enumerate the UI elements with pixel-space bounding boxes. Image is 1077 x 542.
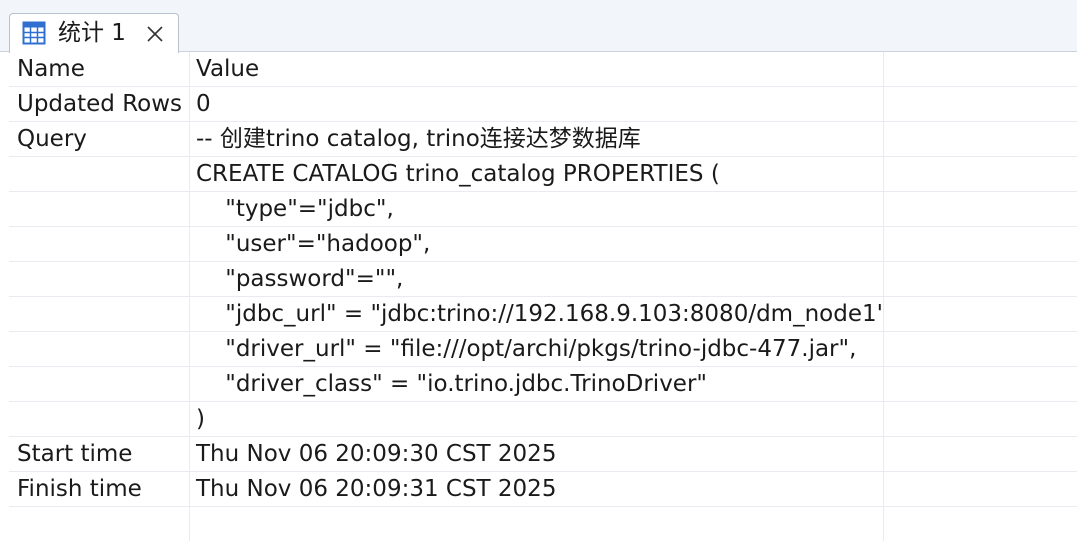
table-row[interactable]: "driver_url" = "file:///opt/archi/pkgs/t… [9, 332, 1077, 367]
table-row[interactable]: Updated Rows 0 [9, 87, 1077, 122]
row-value: "user"="hadoop", [196, 231, 431, 257]
result-grid: Name Value Updated Rows 0 Query -- 创建tri… [9, 52, 1077, 541]
row-name [9, 227, 189, 262]
table-grid-icon [22, 21, 46, 45]
table-row[interactable]: CREATE CATALOG trino_catalog PROPERTIES … [9, 157, 1077, 192]
table-row[interactable]: Query -- 创建trino catalog, trino连接达梦数据库 [9, 122, 1077, 157]
row-value: "driver_class" = "io.trino.jdbc.TrinoDri… [196, 371, 707, 397]
header-row: Name Value [9, 52, 1077, 87]
editor-tab-bar: 统计 1 [0, 0, 1077, 53]
table-row[interactable]: "driver_class" = "io.trino.jdbc.TrinoDri… [9, 367, 1077, 402]
row-value: "type"="jdbc", [196, 196, 394, 222]
row-name: Updated Rows [17, 91, 183, 117]
row-name [9, 332, 189, 367]
table-row[interactable]: "password"="", [9, 262, 1077, 297]
table-row[interactable]: ) [9, 402, 1077, 437]
column-header-value[interactable]: Value [189, 52, 883, 87]
row-name: Start time [17, 441, 133, 467]
row-value: "password"="", [196, 266, 404, 292]
table-row[interactable]: "user"="hadoop", [9, 227, 1077, 262]
row-name [9, 297, 189, 332]
table-row[interactable]: "type"="jdbc", [9, 192, 1077, 227]
row-value: CREATE CATALOG trino_catalog PROPERTIES … [196, 161, 720, 187]
row-value: ) [196, 406, 205, 432]
row-name [9, 262, 189, 297]
empty-row [9, 507, 1077, 542]
close-icon[interactable] [146, 25, 164, 43]
tab-statistics-1[interactable]: 统计 1 [9, 13, 179, 53]
table-row[interactable]: Finish time Thu Nov 06 20:09:31 CST 2025 [9, 472, 1077, 507]
table-row[interactable]: Start time Thu Nov 06 20:09:30 CST 2025 [9, 437, 1077, 472]
row-value: Thu Nov 06 20:09:31 CST 2025 [196, 476, 557, 502]
row-name [9, 402, 189, 437]
row-value: "jdbc_url" = "jdbc:trino://192.168.9.103… [196, 301, 883, 327]
tab-label: 统计 1 [58, 20, 126, 46]
row-name: Finish time [17, 476, 142, 502]
row-value: "driver_url" = "file:///opt/archi/pkgs/t… [196, 336, 857, 362]
row-value: -- 创建trino catalog, trino连接达梦数据库 [196, 126, 641, 152]
row-name [9, 192, 189, 227]
row-name [9, 157, 189, 192]
row-name: Query [17, 126, 87, 152]
row-value: Thu Nov 06 20:09:30 CST 2025 [196, 441, 557, 467]
row-name [9, 367, 189, 402]
row-value: 0 [196, 91, 211, 117]
table-row[interactable]: "jdbc_url" = "jdbc:trino://192.168.9.103… [9, 297, 1077, 332]
column-header-name[interactable]: Name [9, 52, 189, 87]
